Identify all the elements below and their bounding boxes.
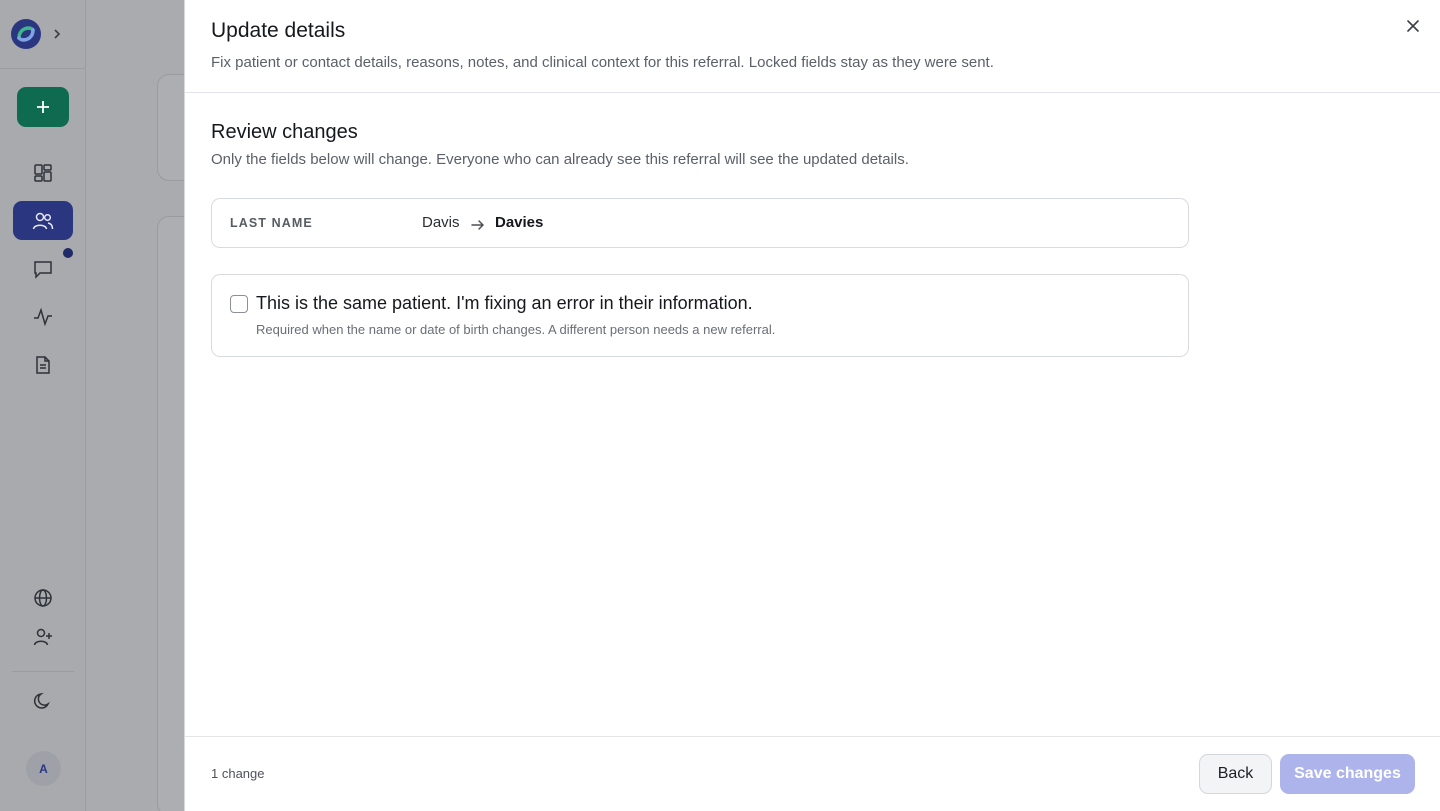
app-logo[interactable]	[10, 18, 42, 50]
footer-divider	[185, 736, 1440, 737]
plus-icon	[37, 101, 49, 113]
same-patient-checkbox[interactable]	[230, 295, 248, 313]
same-patient-confirmation: This is the same patient. I'm fixing an …	[211, 274, 1189, 357]
sidebar-item-documents[interactable]	[13, 345, 73, 384]
save-changes-button[interactable]: Save changes	[1280, 754, 1415, 794]
logo-icon	[11, 19, 41, 49]
change-row: LAST NAME Davis Davies	[211, 198, 1189, 248]
section-title: Review changes	[211, 121, 358, 143]
globe-icon	[34, 588, 52, 607]
section-description: Only the fields below will change. Every…	[211, 151, 909, 168]
sidebar-item-invite[interactable]	[13, 617, 73, 656]
moon-icon	[33, 692, 50, 709]
change-count: 1 change	[211, 766, 265, 781]
confirmation-label[interactable]: This is the same patient. I'm fixing an …	[256, 293, 753, 314]
change-old-value: Davis	[422, 214, 460, 231]
sidebar-item-activity[interactable]	[13, 297, 73, 336]
close-icon[interactable]	[1404, 17, 1422, 35]
messages-icon	[34, 260, 52, 279]
confirmation-help: Required when the name or date of birth …	[256, 322, 776, 337]
drawer-subtitle: Fix patient or contact details, reasons,…	[211, 54, 994, 71]
sidebar-divider	[12, 671, 74, 672]
new-referral-button[interactable]	[17, 87, 69, 127]
sidebar-item-language[interactable]	[13, 578, 73, 617]
drawer-title: Update details	[211, 19, 346, 42]
patients-icon	[32, 212, 54, 229]
unread-indicator	[63, 248, 73, 258]
theme-toggle[interactable]	[13, 681, 73, 720]
header-divider	[185, 92, 1440, 93]
dashboard-icon	[34, 163, 52, 182]
change-new-value: Davies	[495, 214, 544, 231]
sidebar-item-patients[interactable]	[13, 201, 73, 240]
sidebar-divider	[0, 68, 86, 69]
update-details-drawer: Update details Fix patient or contact de…	[184, 0, 1440, 811]
app-sidebar: A	[0, 0, 86, 811]
document-icon	[36, 355, 50, 374]
activity-icon	[34, 307, 52, 326]
expand-sidebar-icon[interactable]	[52, 26, 62, 42]
back-button[interactable]: Back	[1199, 754, 1272, 794]
arrow-right-icon	[470, 217, 486, 233]
change-field-label: LAST NAME	[230, 216, 313, 230]
add-user-icon	[33, 628, 52, 645]
sidebar-item-dashboard[interactable]	[13, 153, 73, 192]
avatar[interactable]: A	[26, 751, 61, 786]
